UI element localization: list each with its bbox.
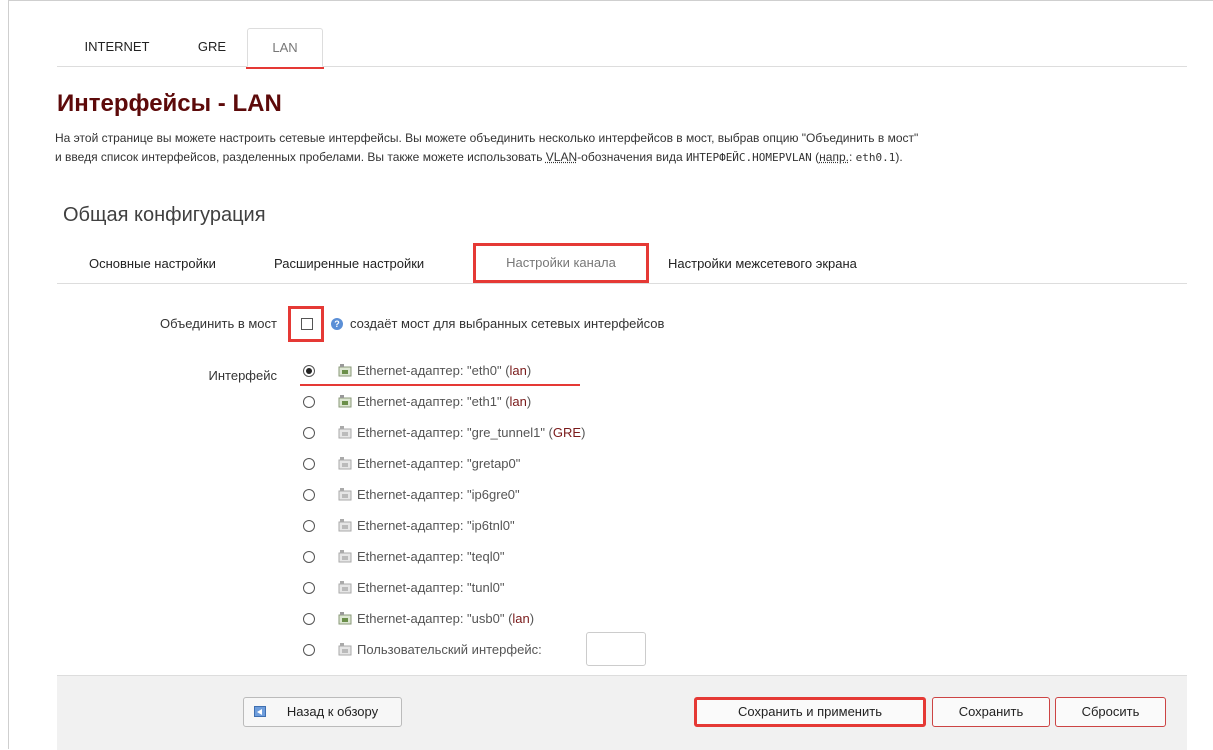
description-line-1: На этой странице вы можете настроить сет… [55, 131, 919, 145]
interface-option[interactable]: Ethernet-адаптер: "ip6tnl0" [300, 517, 660, 548]
tab-advanced-settings[interactable]: Расширенные настройки [274, 245, 424, 283]
ethernet-icon [338, 364, 352, 377]
interface-option-custom[interactable]: Пользовательский интерфейс: [300, 632, 660, 672]
radio-button[interactable] [303, 551, 315, 563]
custom-interface-label: Пользовательский интерфейс: [357, 642, 542, 657]
radio-button[interactable] [303, 644, 315, 656]
interface-label: Интерфейс [208, 368, 277, 383]
config-tab-bar: Основные настройки Расширенные настройки… [57, 243, 1187, 284]
description-line-2b: -обозначения вида [577, 150, 686, 164]
save-button[interactable]: Сохранить [932, 697, 1050, 727]
radio-button[interactable] [303, 489, 315, 501]
bridge-label: Объединить в мост [160, 316, 277, 331]
abbr-eg: напр. [819, 150, 849, 164]
save-and-apply-button[interactable]: Сохранить и применить [694, 697, 926, 727]
interface-option-label: Ethernet-адаптер: "eth1" (lan) [357, 394, 532, 409]
interface-option[interactable]: Ethernet-адаптер: "eth0" (lan) [300, 362, 660, 393]
back-button-label: Назад к обзору [286, 704, 379, 719]
description-line-2a: и введя список интерфейсов, разделенных … [55, 150, 546, 164]
interface-option-label: Ethernet-адаптер: "teql0" [357, 549, 505, 564]
tab-physical-settings[interactable]: Настройки канала [473, 243, 649, 283]
interface-option-label: Ethernet-адаптер: "eth0" (lan) [357, 363, 532, 378]
interface-option-label: Ethernet-адаптер: "ip6gre0" [357, 487, 520, 502]
radio-button[interactable] [303, 458, 315, 470]
interface-option-label: Ethernet-адаптер: "usb0" (lan) [357, 611, 535, 626]
bridge-checkbox[interactable] [301, 318, 313, 330]
ethernet-icon [338, 550, 352, 563]
tab-general-settings[interactable]: Основные настройки [89, 245, 216, 283]
interface-option[interactable]: Ethernet-адаптер: "gre_tunnel1" (GRE) [300, 424, 660, 455]
radio-button[interactable] [303, 613, 315, 625]
description-line-2e: ). [895, 150, 903, 164]
radio-button[interactable] [303, 365, 315, 377]
ethernet-icon [338, 457, 352, 470]
interface-option[interactable]: Ethernet-адаптер: "tunl0" [300, 579, 660, 610]
section-title: Общая конфигурация [63, 204, 266, 226]
radio-button[interactable] [303, 582, 315, 594]
description-line-2d: : [848, 150, 856, 164]
selected-interface-underline [300, 384, 580, 386]
interface-option-label: Ethernet-адаптер: "gretap0" [357, 456, 521, 471]
ethernet-icon [338, 395, 352, 408]
ethernet-icon [338, 612, 352, 625]
radio-button[interactable] [303, 520, 315, 532]
interface-option[interactable]: Ethernet-адаптер: "gretap0" [300, 455, 660, 486]
ethernet-icon [338, 581, 352, 594]
ethernet-icon [338, 519, 352, 532]
back-to-overview-button[interactable]: Назад к обзору [243, 697, 402, 727]
custom-interface-input[interactable] [586, 632, 646, 666]
page-title: Интерфейсы - LAN [57, 90, 282, 117]
abbr-vlan: VLAN [545, 150, 578, 164]
tab-lan[interactable]: LAN [246, 28, 324, 69]
page-description: На этой странице вы можете настроить сет… [55, 129, 1205, 167]
ethernet-icon [338, 426, 352, 439]
reset-button[interactable]: Сбросить [1055, 697, 1166, 727]
tab-gre[interactable]: GRE [177, 28, 247, 66]
interface-option[interactable]: Ethernet-адаптер: "ip6gre0" [300, 486, 660, 517]
tab-lan-label: LAN [272, 40, 298, 55]
tab-firewall-settings[interactable]: Настройки межсетевого экрана [668, 245, 857, 283]
interface-option[interactable]: Ethernet-адаптер: "teql0" [300, 548, 660, 579]
tab-internet[interactable]: INTERNET [57, 28, 177, 66]
help-icon: ? [331, 318, 343, 330]
ethernet-icon [338, 488, 352, 501]
interface-option-label: Ethernet-адаптер: "ip6tnl0" [357, 518, 515, 533]
interface-option-label: Ethernet-адаптер: "tunl0" [357, 580, 505, 595]
bridge-highlight [288, 306, 324, 342]
top-tab-bar: INTERNET GRE LAN [57, 28, 1187, 69]
radio-button[interactable] [303, 396, 315, 408]
ethernet-icon [338, 643, 352, 656]
interface-radio-list: Ethernet-адаптер: "eth0" (lan) Ethernet-… [300, 362, 660, 672]
active-tab-underline [246, 67, 324, 69]
form-footer: Назад к обзору Сохранить и применить Сох… [57, 675, 1187, 750]
code-example: ИНТЕРФЕЙС.НОМЕРVLAN [685, 151, 812, 164]
radio-button[interactable] [303, 427, 315, 439]
interface-option[interactable]: Ethernet-адаптер: "eth1" (lan) [300, 393, 660, 424]
bridge-help-text: создаёт мост для выбранных сетевых интер… [350, 316, 665, 331]
back-arrow-icon [254, 706, 266, 717]
code-eth: eth0.1 [855, 151, 896, 164]
interface-option-label: Ethernet-адаптер: "gre_tunnel1" (GRE) [357, 425, 586, 440]
